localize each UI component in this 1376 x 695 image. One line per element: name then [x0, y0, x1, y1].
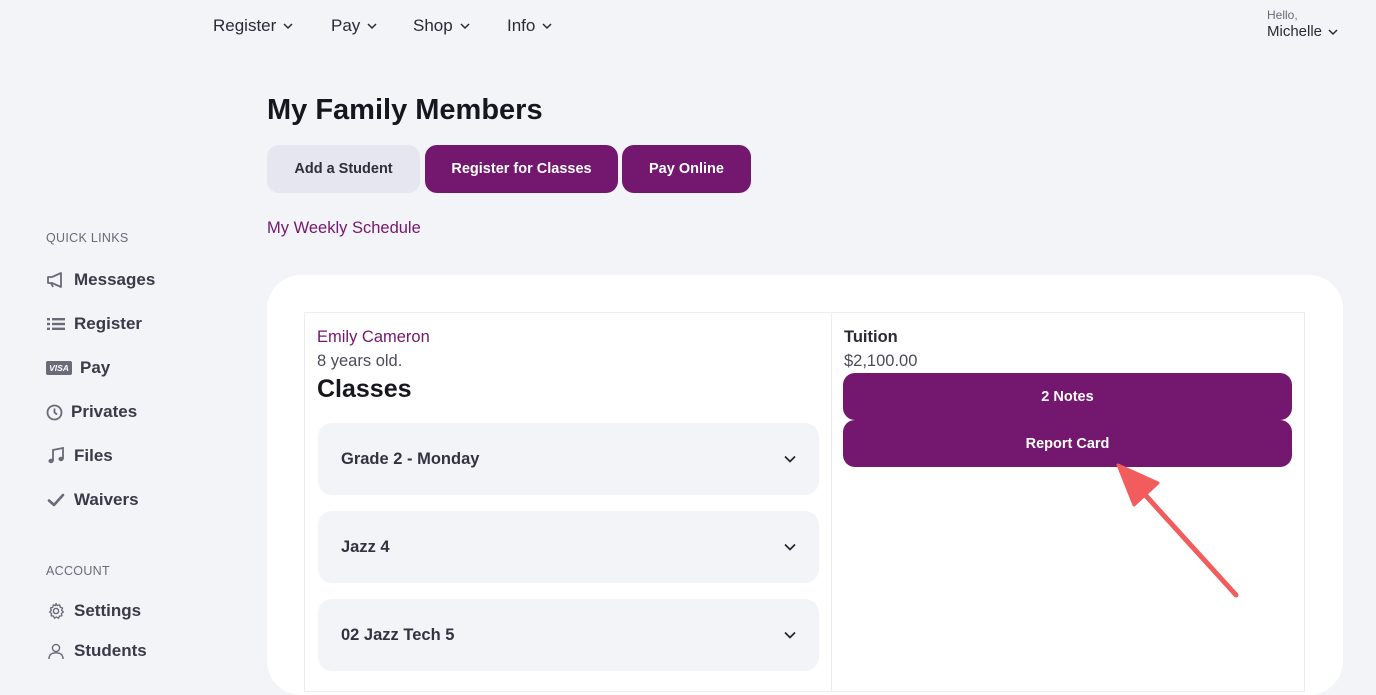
user-greeting: Hello, — [1267, 8, 1298, 22]
chevron-down-icon — [283, 23, 293, 30]
class-accordion-item[interactable]: 02 Jazz Tech 5 — [318, 599, 819, 671]
chevron-down-icon — [460, 23, 470, 30]
nav-pay-label: Pay — [331, 16, 361, 35]
nav-register-label: Register — [213, 16, 277, 35]
sidebar-item-label: Privates — [71, 402, 138, 421]
sidebar-item-privates[interactable]: Privates — [46, 402, 137, 422]
annotation-arrow-icon — [1116, 463, 1239, 598]
music-note-icon — [46, 447, 66, 465]
chevron-down-icon — [784, 631, 796, 639]
sidebar-item-messages[interactable]: Messages — [46, 270, 155, 290]
sidebar-item-label: Messages — [74, 270, 156, 289]
nav-register[interactable]: Register — [213, 16, 294, 36]
nav-pay[interactable]: Pay — [331, 16, 378, 36]
register-classes-button[interactable]: Register for Classes — [425, 145, 618, 193]
sidebar-item-label: Settings — [74, 601, 142, 620]
list-icon — [46, 315, 66, 333]
visa-card-text: VISA — [46, 360, 72, 376]
sidebar-item-label: Register — [74, 314, 143, 333]
sidebar-item-label: Files — [74, 446, 113, 465]
user-menu[interactable]: Hello, Michelle — [1267, 8, 1339, 40]
class-accordion-item[interactable]: Grade 2 - Monday — [318, 423, 819, 495]
notes-button[interactable]: 2 Notes — [843, 373, 1292, 420]
sidebar-item-label: Pay — [80, 358, 111, 377]
weekly-schedule-link[interactable]: My Weekly Schedule — [267, 219, 421, 238]
class-accordion-item[interactable]: Jazz 4 — [318, 511, 819, 583]
megaphone-icon — [46, 271, 66, 289]
class-label: 02 Jazz Tech 5 — [341, 625, 455, 644]
student-name-link[interactable]: Emily Cameron — [317, 328, 430, 347]
user-name-row: Michelle — [1267, 23, 1339, 40]
class-label: Jazz 4 — [341, 537, 390, 556]
student-age: 8 years old. — [317, 352, 403, 370]
class-label: Grade 2 - Monday — [341, 449, 480, 468]
chevron-down-icon — [1328, 28, 1338, 35]
tuition-amount: $2,100.00 — [844, 352, 918, 370]
user-name: Michelle — [1267, 23, 1323, 40]
checkmark-icon — [46, 491, 66, 509]
chevron-down-icon — [367, 23, 377, 30]
visa-card-icon: VISA — [46, 359, 72, 377]
pay-online-button[interactable]: Pay Online — [622, 145, 751, 193]
gear-icon — [46, 602, 66, 620]
nav-shop-label: Shop — [413, 16, 453, 35]
sidebar-item-files[interactable]: Files — [46, 446, 113, 466]
page-title: My Family Members — [267, 94, 543, 126]
top-navigation: Register Pay Shop Info Hello, Michelle — [0, 0, 1376, 52]
chevron-down-icon — [542, 23, 552, 30]
sidebar-item-label: Waivers — [74, 490, 139, 509]
add-student-button[interactable]: Add a Student — [267, 145, 420, 193]
chevron-down-icon — [784, 543, 796, 551]
sidebar-item-register[interactable]: Register — [46, 314, 142, 334]
sidebar-item-settings[interactable]: Settings — [46, 601, 141, 621]
nav-info-label: Info — [507, 16, 536, 35]
clock-icon — [46, 403, 63, 421]
chevron-down-icon — [784, 455, 796, 463]
classes-heading: Classes — [317, 375, 412, 403]
account-heading: ACCOUNT — [46, 564, 110, 578]
tuition-label: Tuition — [844, 328, 898, 346]
sidebar-item-label: Students — [74, 641, 147, 660]
sidebar-item-students[interactable]: Students — [46, 641, 147, 661]
sidebar-item-pay[interactable]: VISA Pay — [46, 358, 110, 378]
user-icon — [46, 642, 66, 660]
nav-info[interactable]: Info — [507, 16, 553, 36]
quick-links-heading: QUICK LINKS — [46, 231, 129, 245]
sidebar-item-waivers[interactable]: Waivers — [46, 490, 139, 510]
nav-shop[interactable]: Shop — [413, 16, 471, 36]
